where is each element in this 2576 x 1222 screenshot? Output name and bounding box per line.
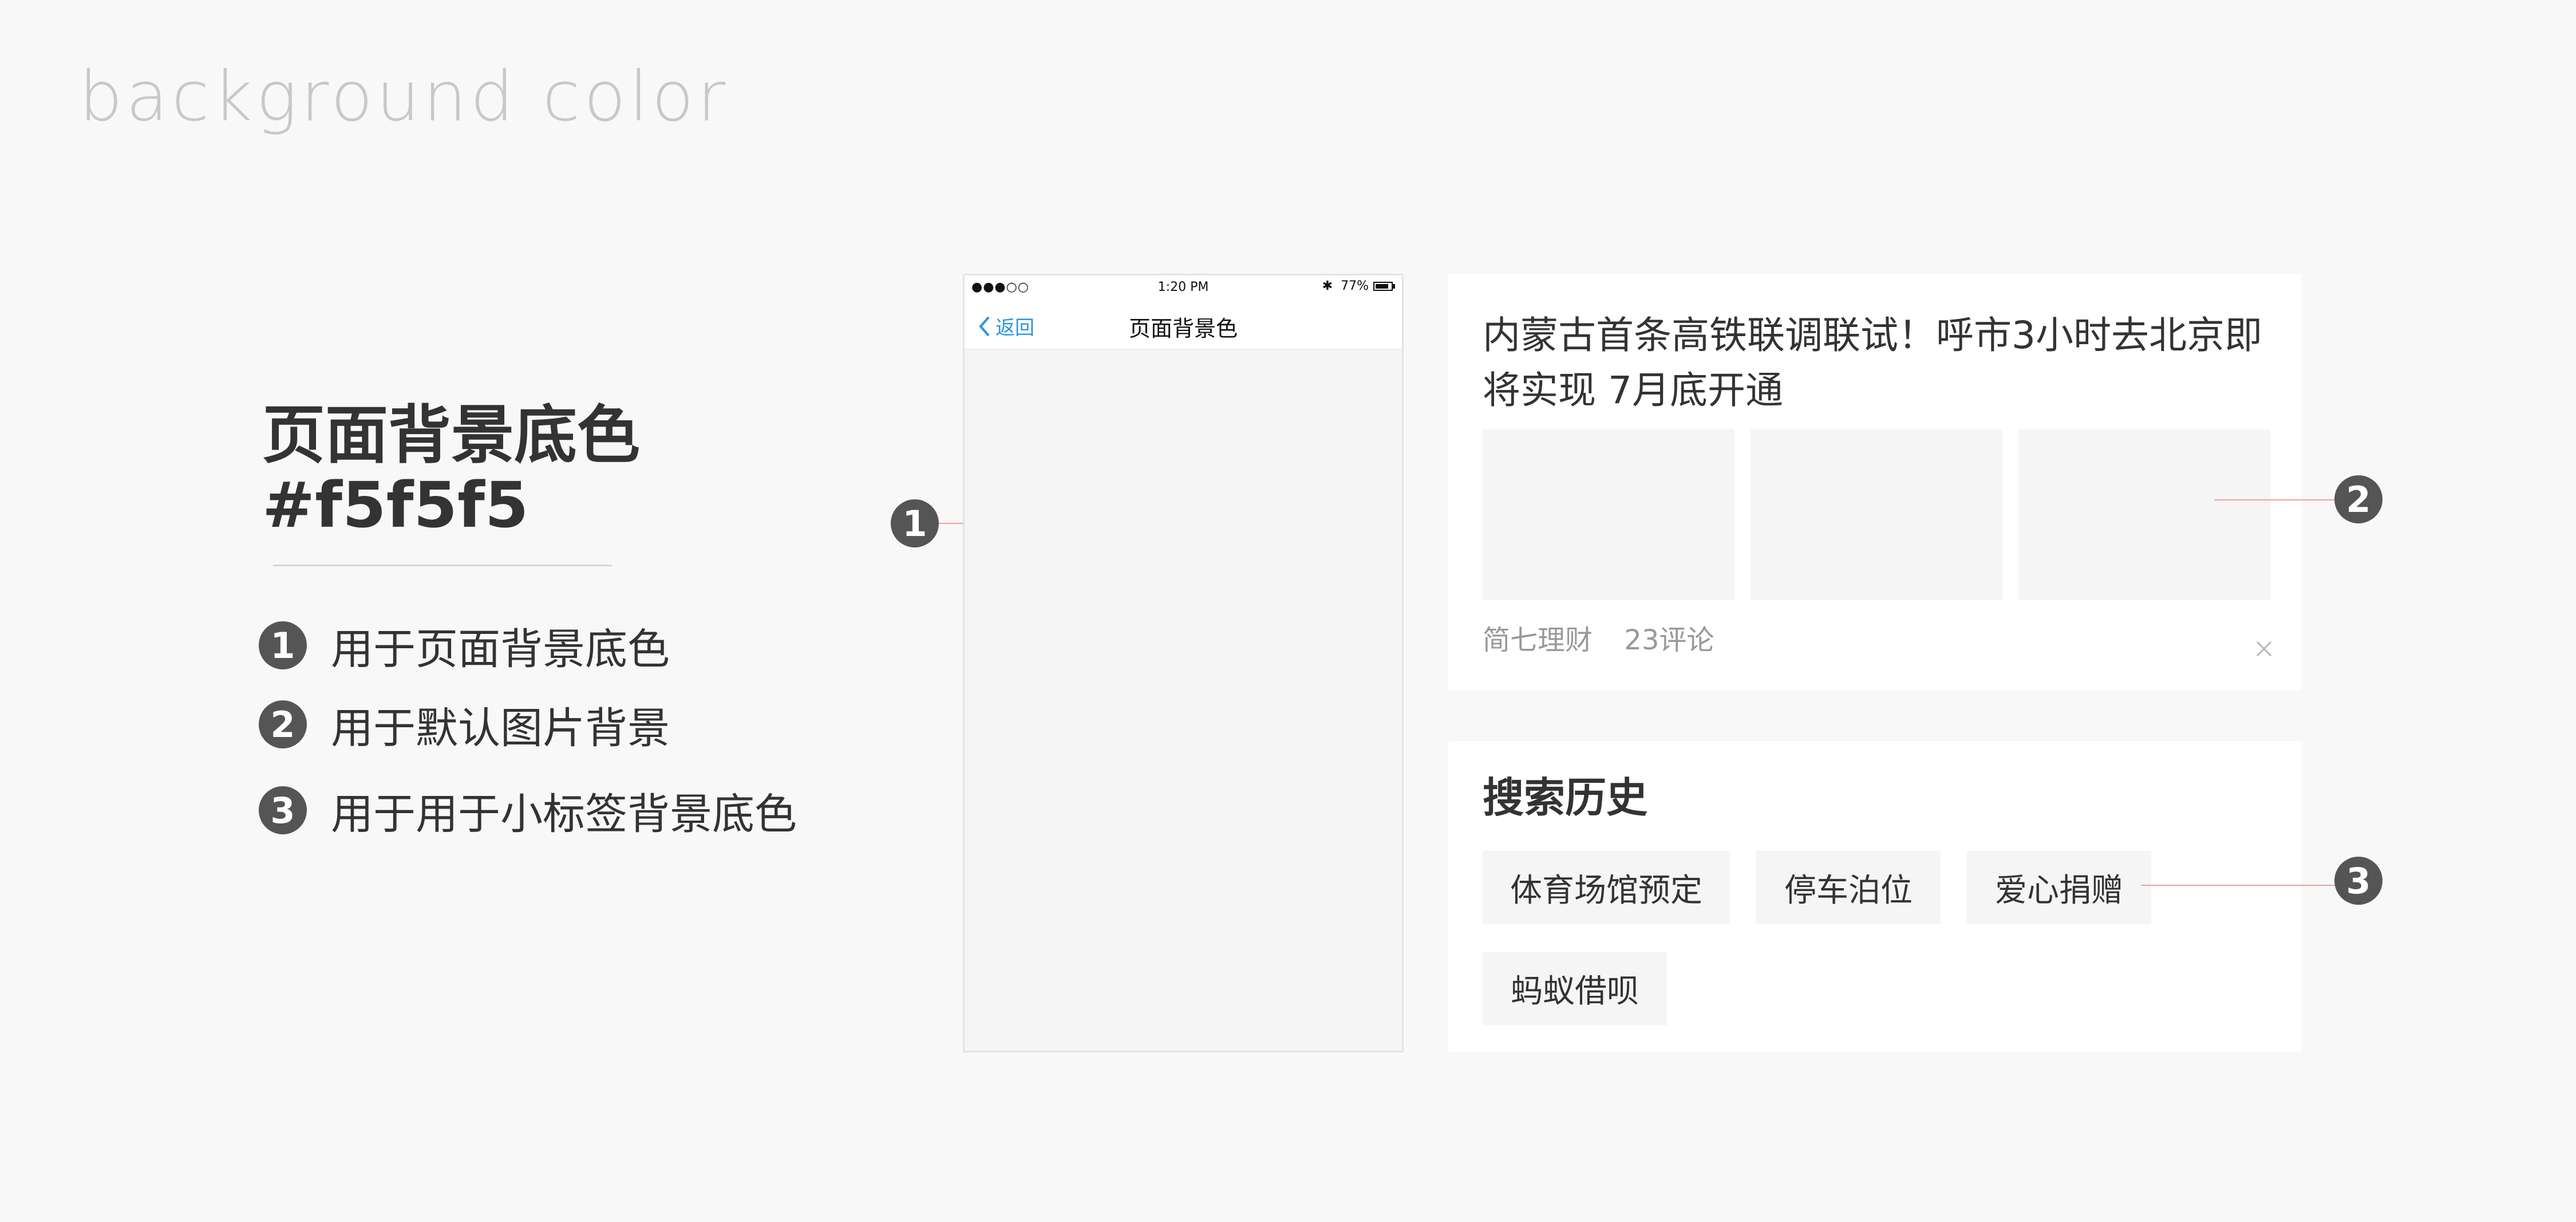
usage-text: 用于用于小标签背景底色 <box>331 789 797 839</box>
phone-mockup: ●●●○○ 1:20 PM ✱ 77% 返回 页面背景色 <box>963 274 1404 1053</box>
divider <box>273 565 612 566</box>
number-badge: 3 <box>259 786 307 834</box>
callout-badge-3: 3 <box>2334 857 2383 905</box>
status-right: ✱ 77% <box>1322 279 1395 293</box>
image-placeholder <box>2018 429 2270 600</box>
news-meta: 简七理财 23评论 <box>1483 617 1714 657</box>
news-comments: 23评论 <box>1624 624 1714 656</box>
nav-bar: 返回 页面背景色 <box>965 298 1402 350</box>
doc-title: background color <box>79 57 729 137</box>
close-icon[interactable] <box>2255 640 2273 657</box>
battery-percent: 77% <box>1341 279 1369 293</box>
history-tag[interactable]: 体育场馆预定 <box>1483 851 1730 924</box>
battery-nub <box>1393 283 1395 289</box>
usage-item-1: 1 用于页面背景底色 <box>259 620 670 674</box>
usage-item-2: 2 用于默认图片背景 <box>259 699 670 753</box>
history-tag[interactable]: 蚂蚁借呗 <box>1483 952 1667 1025</box>
search-history-title: 搜索历史 <box>1483 774 1648 822</box>
history-tag[interactable]: 停车泊位 <box>1756 851 1941 924</box>
history-tag[interactable]: 爱心捐赠 <box>1967 851 2151 924</box>
usage-text: 用于页面背景底色 <box>331 624 670 674</box>
callout-badge-2: 2 <box>2334 475 2383 523</box>
color-hex: #f5f5f5 <box>262 468 529 542</box>
news-headline[interactable]: 内蒙古首条高铁联调联试！呼市3小时去北京即将实现 7月底开通 <box>1483 308 2284 418</box>
news-card[interactable]: 内蒙古首条高铁联调联试！呼市3小时去北京即将实现 7月底开通 简七理财 23评论 <box>1448 274 2301 691</box>
number-badge: 1 <box>259 621 307 669</box>
usage-item-3: 3 用于用于小标签背景底色 <box>259 785 797 839</box>
usage-text: 用于默认图片背景 <box>331 703 670 753</box>
image-placeholder <box>1483 429 1735 600</box>
bluetooth-icon: ✱ <box>1322 279 1333 293</box>
news-source: 简七理财 <box>1483 624 1593 656</box>
number-badge: 2 <box>259 700 307 748</box>
callout-line-3 <box>2141 885 2336 886</box>
battery-icon <box>1373 281 1393 291</box>
callout-line-2 <box>2214 499 2336 500</box>
nav-title: 页面背景色 <box>1128 316 1238 341</box>
callout-badge-1: 1 <box>891 499 939 547</box>
color-name: 页面背景底色 <box>262 399 640 472</box>
status-bar: ●●●○○ 1:20 PM ✱ 77% <box>965 275 1402 298</box>
image-placeholder <box>1751 429 2002 600</box>
search-history-card: 搜索历史 体育场馆预定 停车泊位 爱心捐赠 蚂蚁借呗 <box>1448 741 2301 1053</box>
